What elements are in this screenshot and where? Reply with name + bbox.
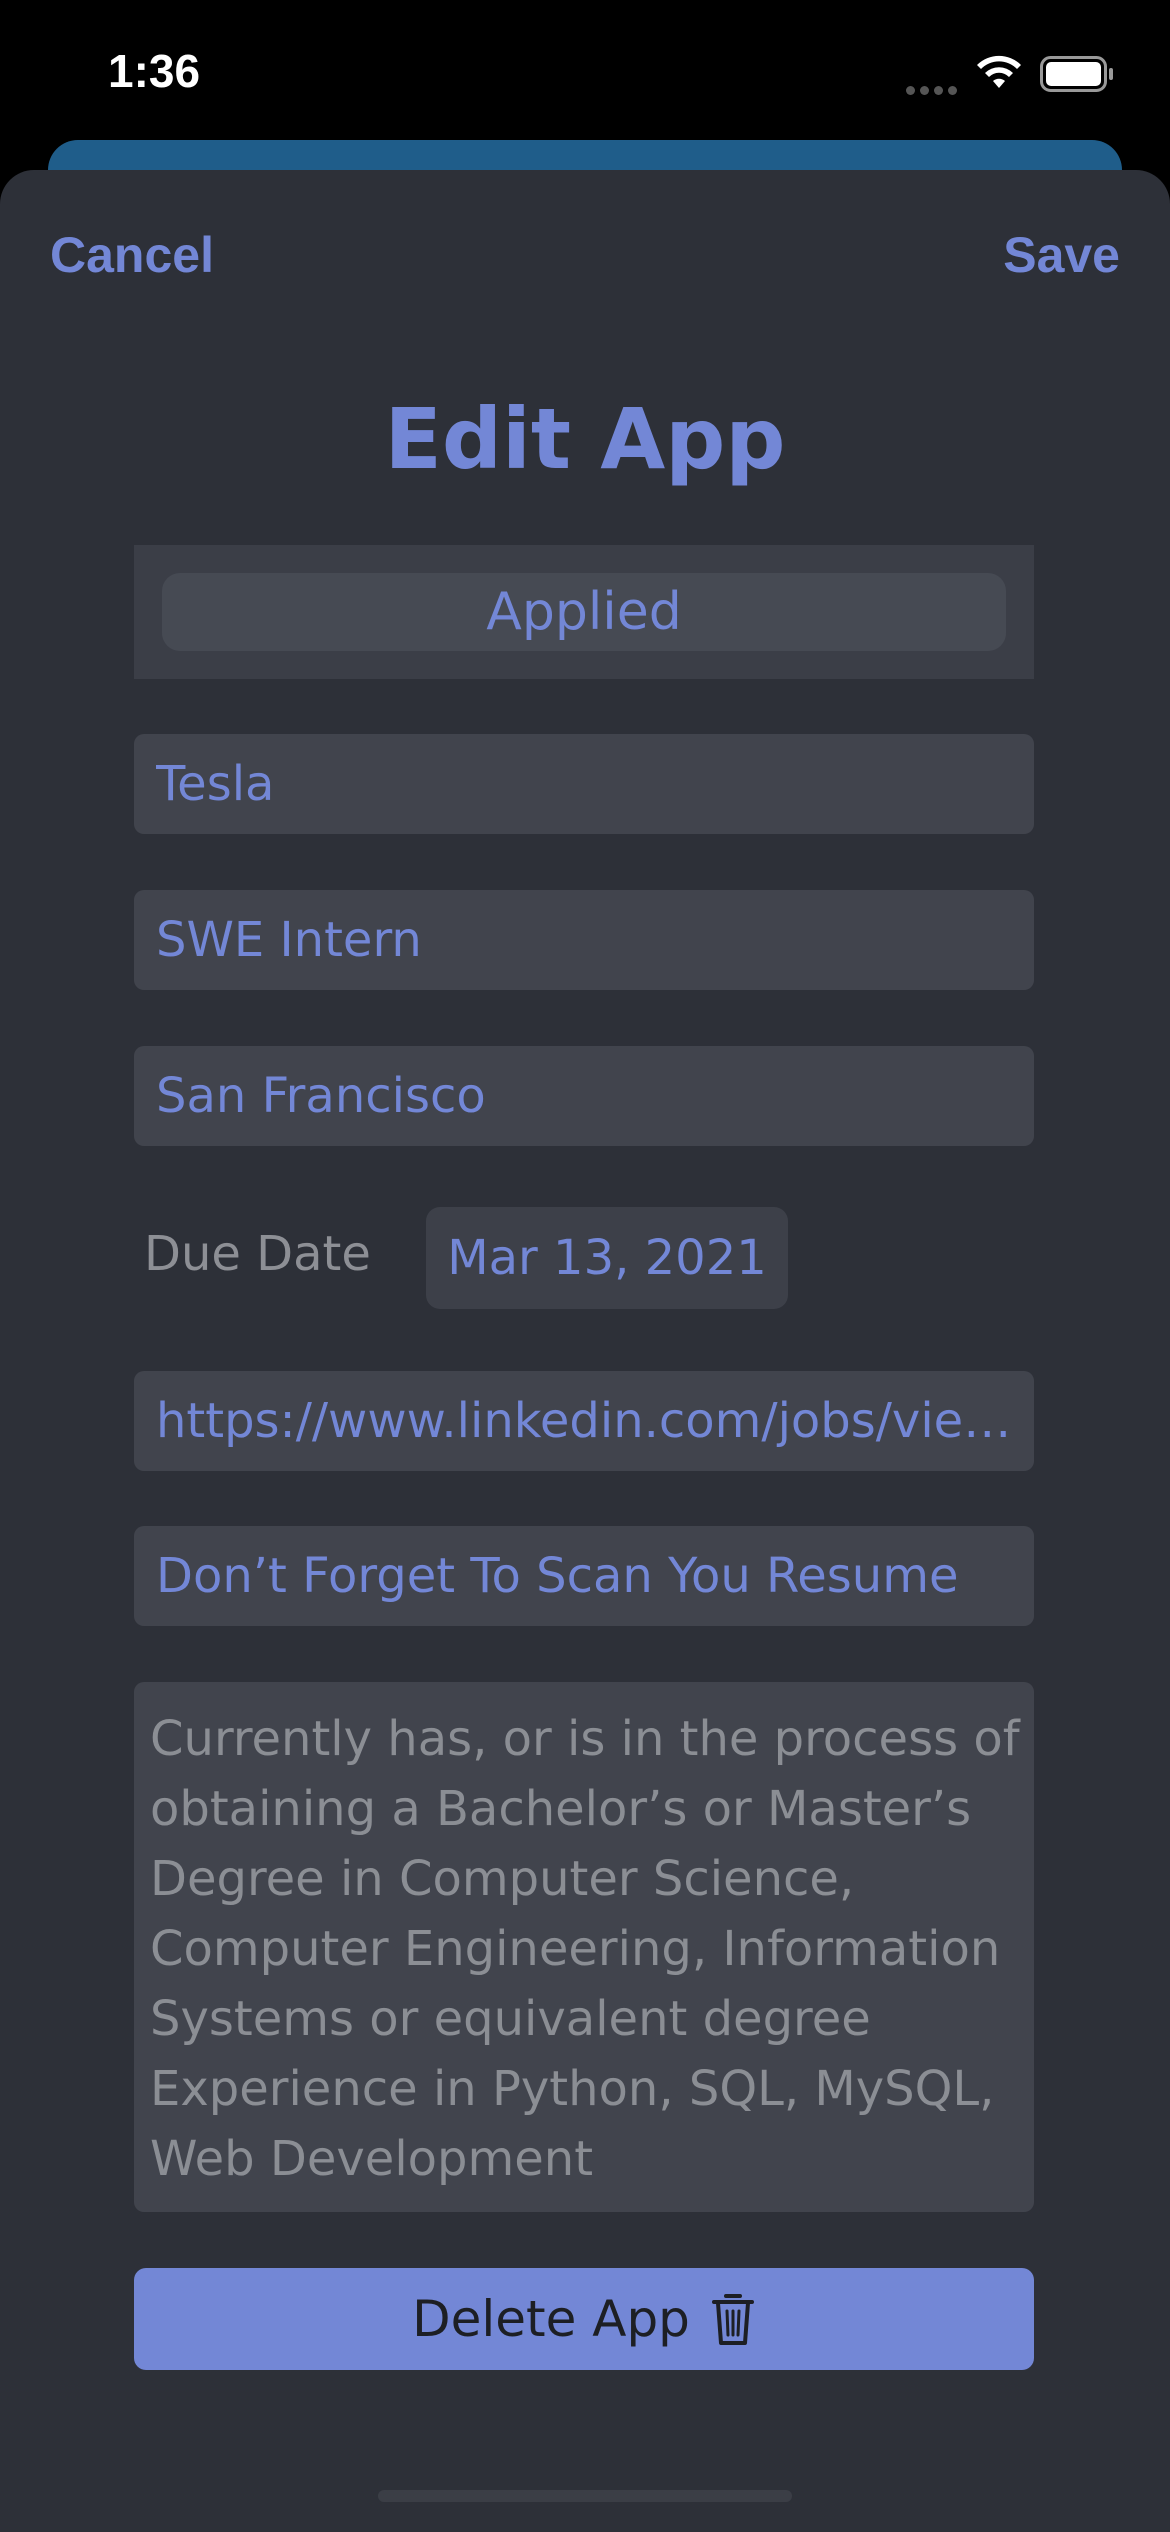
notes-line: Systems or equivalent degree [150, 1991, 871, 2047]
notes-line: Currently has, or is in the process of [150, 1711, 1020, 1767]
signal-dots-icon [906, 80, 962, 99]
notes-line: Degree in Computer Science, [150, 1851, 855, 1907]
page-title: Edit App [384, 390, 786, 488]
save-button[interactable]: Save [1003, 226, 1120, 284]
due-date-label: Due Date [144, 1226, 371, 1282]
position-value: SWE Intern [156, 912, 422, 968]
location-field[interactable]: San Francisco [134, 1046, 1034, 1146]
company-value: Tesla [156, 756, 275, 812]
notes-textarea[interactable]: Currently has, or is in the process of o… [134, 1682, 1034, 2212]
reminder-value: Don’t Forget To Scan You Resume [156, 1548, 959, 1604]
position-field[interactable]: SWE Intern [134, 890, 1034, 990]
battery-icon [1040, 56, 1113, 92]
wifi-icon [977, 55, 1021, 88]
status-picker[interactable]: Applied [134, 545, 1034, 679]
notes-line: Computer Engineering, Information [150, 1921, 1001, 1977]
home-indicator[interactable] [378, 2490, 792, 2502]
status-time: 1:36 [108, 45, 201, 97]
status-selected-segment[interactable]: Applied [162, 573, 1006, 651]
notes-line: obtaining a Bachelor’s or Master’s [150, 1781, 972, 1837]
company-field[interactable]: Tesla [134, 734, 1034, 834]
notes-line: Web Development [150, 2131, 594, 2187]
job-link-value: https://www.linkedin.com/jobs/vie… [156, 1393, 1012, 1449]
notes-line: Experience in Python, SQL, MySQL, [150, 2061, 995, 2117]
status-bar: 1:36 [0, 0, 1170, 150]
due-date-picker[interactable]: Mar 13, 2021 [426, 1207, 788, 1309]
delete-app-label: Delete App [412, 2290, 690, 2348]
location-value: San Francisco [156, 1068, 486, 1124]
delete-app-button[interactable]: Delete App [134, 2268, 1034, 2370]
trash-icon [711, 2294, 754, 2345]
reminder-field[interactable]: Don’t Forget To Scan You Resume [134, 1526, 1034, 1626]
job-link-field[interactable]: https://www.linkedin.com/jobs/vie… [134, 1371, 1034, 1471]
cancel-button[interactable]: Cancel [50, 226, 214, 284]
